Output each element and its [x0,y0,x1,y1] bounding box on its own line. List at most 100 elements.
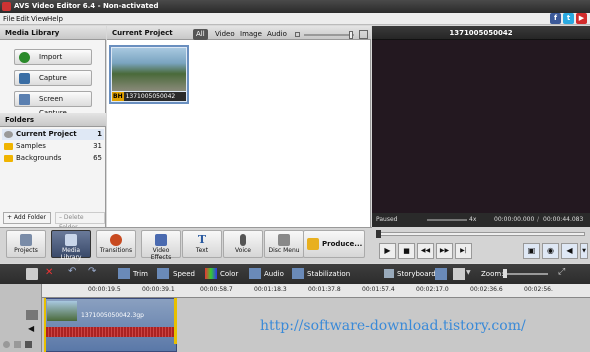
produce-icon [307,238,319,250]
slider-thumb[interactable] [349,31,353,39]
preview-status-bar: Paused 4x 00:00:00.000 / 00:00:44.083 [372,213,590,227]
window-title: AVS Video Editor 6.4 - Non-activated [14,2,159,10]
storyboard-add-icon[interactable] [26,268,38,280]
media-thumbnail[interactable]: BH 1371005050042 [109,45,189,104]
menu-file[interactable]: File [3,13,15,25]
capture-label: Capture [39,74,67,82]
prev-frame-button[interactable]: ◀◀ [417,243,434,259]
video-clip[interactable]: 1371005050042.3gp [44,298,177,352]
chevron-down-icon[interactable]: ▼ [466,269,471,276]
next-frame-button[interactable]: ▶▶ [436,243,453,259]
zoom-fit-icon[interactable]: ⤢ [558,267,565,277]
stabilization-icon [292,268,304,279]
capture-button[interactable]: Capture [14,70,92,86]
text-button[interactable]: T Text [182,230,222,258]
fullscreen-button[interactable]: ▣ [523,243,540,259]
watermark-url: http://software-download.tistory.com/ [260,318,526,334]
play-button[interactable]: ▶ [379,243,396,259]
timeline-ruler[interactable]: 00:00:19.5 00:00:39.1 00:00:58.7 00:01:1… [42,284,590,298]
filter-image[interactable]: Image [237,29,265,40]
eye-icon[interactable] [3,341,10,348]
speed-button[interactable]: Speed [173,268,195,280]
volume-dropdown[interactable]: ▼ [580,243,588,259]
filter-all[interactable]: All [193,29,208,40]
media-library-label: Media Library [60,247,82,261]
add-folder-button[interactable]: + Add Folder [3,212,51,224]
folder-name: Current Project [16,130,77,138]
zoom-slider[interactable] [503,273,548,275]
import-button[interactable]: Import [14,49,92,65]
ruler-tick: 00:01:57.4 [362,286,395,293]
filter-video[interactable]: Video [212,29,238,40]
snapshot-button[interactable]: ◉ [542,243,559,259]
speed-icon [157,268,169,279]
folder-backgrounds[interactable]: Backgrounds 65 [2,153,104,164]
trim-button[interactable]: Trim [133,268,148,280]
import-label: Import [39,53,63,61]
lock-icon[interactable] [14,341,21,348]
color-icon [205,268,217,279]
end-button[interactable]: ▶| [455,243,472,259]
next-icon: ▶▶ [439,247,450,254]
text-icon: T [197,233,207,246]
playhead[interactable] [44,298,46,352]
microphone-icon [240,234,246,246]
twitter-icon[interactable]: t [563,13,574,24]
screen-capture-button[interactable]: Screen Capture [14,91,92,117]
fullscreen-icon: ▣ [527,246,536,255]
seek-thumb[interactable] [376,230,381,238]
stop-icon: ■ [403,247,410,255]
color-button[interactable]: Color [220,268,238,280]
track-settings-icon[interactable] [25,341,32,348]
audio-icon [249,268,261,279]
folder-samples[interactable]: Samples 31 [2,141,104,152]
produce-button[interactable]: Produce... [303,230,365,258]
zoom-thumb[interactable] [503,269,507,278]
projects-button[interactable]: Projects [6,230,46,258]
thumbnail-size-slider[interactable] [304,34,354,36]
folder-name: Samples [16,142,46,150]
stop-button[interactable]: ■ [398,243,415,259]
menu-edit[interactable]: Edit [16,13,30,25]
volume-button[interactable]: ◀ [561,243,578,259]
clip-end-marker[interactable] [174,298,177,344]
thumbnail-label: 1371005050042 [125,93,176,100]
folder-icon [4,155,13,162]
seek-bar[interactable] [377,232,585,236]
camera-icon: ◉ [547,246,554,255]
youtube-icon[interactable]: ▶ [576,13,587,24]
track-header: ◀ [0,284,42,352]
storyboard-icon [384,269,394,278]
monitor-icon[interactable] [453,268,465,280]
transitions-button[interactable]: Transitions [96,230,136,258]
prev-icon: ◀◀ [420,247,431,254]
text-label: Text [195,247,209,254]
disc-menu-button[interactable]: Disc Menu [264,230,304,258]
folder-name: Backgrounds [16,154,62,162]
clip-name: 1371005050042.3gp [81,312,144,319]
view-icon[interactable] [435,268,447,280]
filter-audio[interactable]: Audio [264,29,290,40]
menu-help[interactable]: Help [47,13,63,25]
audio-button[interactable]: Audio [264,268,284,280]
folders-header: Folders [0,113,106,127]
video-effects-button[interactable]: Video Effects [141,230,181,261]
storyboard-button[interactable]: Storyboard [397,268,436,280]
thumbnail-size-icon [295,32,300,37]
stabilization-button[interactable]: Stabilization [307,268,350,280]
folder-current-project[interactable]: Current Project 1 [2,129,104,140]
disc-menu-icon [278,234,290,246]
media-library-button[interactable]: Media Library [51,230,91,261]
folder-icon [4,143,13,150]
undo-icon[interactable]: ↶ [68,266,76,277]
delete-icon[interactable]: ✕ [45,267,53,278]
menu-view[interactable]: View [31,13,48,25]
delete-folder-button[interactable]: – Delete Folder [55,212,105,231]
video-effects-label: Video Effects [150,247,172,261]
speed-slider[interactable] [427,219,467,221]
redo-icon[interactable]: ↷ [88,266,96,277]
preview-screen[interactable] [372,40,590,213]
voice-button[interactable]: Voice [223,230,263,258]
produce-label: Produce... [322,240,363,248]
facebook-icon[interactable]: f [550,13,561,24]
